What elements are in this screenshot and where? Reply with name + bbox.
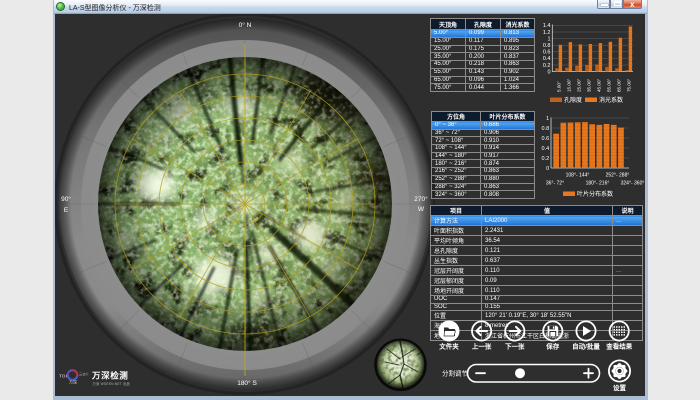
svg-text:25.00°: 25.00° <box>577 79 582 92</box>
svg-text:查看结果: 查看结果 <box>606 342 633 351</box>
svg-text:270°: 270° <box>414 195 428 203</box>
svg-text:E: E <box>64 207 69 214</box>
svg-text:万深 WSEEN.NET 出品: 万深 WSEEN.NET 出品 <box>93 381 131 386</box>
svg-text:0.2: 0.2 <box>542 156 550 162</box>
svg-text:252°- 288°: 252°- 288° <box>606 173 630 179</box>
svg-text:90°: 90° <box>61 195 71 203</box>
svg-text:自动/批量: 自动/批量 <box>572 342 600 351</box>
svg-text:万深检测: 万深检测 <box>91 371 128 381</box>
svg-text:15.00°: 15.00° <box>567 79 572 92</box>
svg-text:1.2: 1.2 <box>543 30 551 36</box>
svg-text:0.6: 0.6 <box>542 136 550 142</box>
svg-text:叶片分布系数: 叶片分布系数 <box>577 190 613 198</box>
svg-text:65.00°: 65.00° <box>617 79 622 92</box>
svg-text:35.00°: 35.00° <box>587 79 592 92</box>
svg-text:108°- 144°: 108°- 144° <box>566 173 590 179</box>
svg-text:1: 1 <box>547 36 550 42</box>
svg-text:324°- 360°: 324°- 360° <box>621 181 645 187</box>
svg-text:1: 1 <box>546 116 549 122</box>
svg-text:45.00°: 45.00° <box>597 79 602 92</box>
svg-text:下一张: 下一张 <box>505 342 525 351</box>
svg-text:万深: 万深 <box>69 379 77 385</box>
svg-text:1.4: 1.4 <box>543 23 551 29</box>
svg-text:180°- 216°: 180°- 216° <box>586 181 610 187</box>
svg-text:0.4: 0.4 <box>542 146 550 152</box>
svg-text:分割调节: 分割调节 <box>442 369 469 378</box>
svg-text:0.2: 0.2 <box>543 63 551 69</box>
svg-text:上一张: 上一张 <box>472 342 492 351</box>
svg-text:云农®: 云农® <box>79 372 89 377</box>
svg-text:W: W <box>418 206 425 213</box>
svg-text:5.00°: 5.00° <box>557 81 562 92</box>
svg-text:孔隙度: 孔隙度 <box>564 96 582 104</box>
svg-text:设置: 设置 <box>613 383 627 392</box>
svg-text:0.4: 0.4 <box>543 56 551 62</box>
svg-text:0.6: 0.6 <box>543 50 551 56</box>
svg-text:55.00°: 55.00° <box>607 79 612 92</box>
svg-text:180° S: 180° S <box>237 379 257 387</box>
svg-text:36°- 72°: 36°- 72° <box>546 181 564 187</box>
svg-text:0: 0 <box>547 69 550 75</box>
svg-text:0.8: 0.8 <box>543 43 551 49</box>
svg-text:0: 0 <box>546 166 549 172</box>
svg-text:0° N: 0° N <box>239 21 252 29</box>
svg-text:消光系数: 消光系数 <box>599 96 623 104</box>
svg-text:保存: 保存 <box>545 342 560 351</box>
svg-text:0.8: 0.8 <box>542 126 550 132</box>
svg-text:75.00°: 75.00° <box>627 79 632 92</box>
svg-text:文件夹: 文件夹 <box>438 342 459 351</box>
